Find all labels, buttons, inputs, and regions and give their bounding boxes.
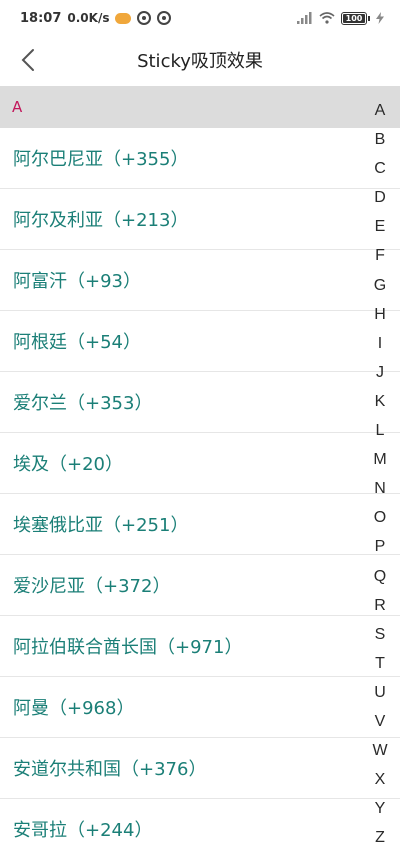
wifi-icon (319, 12, 335, 24)
index-letter-a[interactable]: A (375, 96, 386, 125)
alphabet-index-bar[interactable]: A B C D E F G H I J K L M N O P Q R S T … (360, 96, 400, 850)
status-right: 100 (297, 11, 384, 25)
index-letter-x[interactable]: X (375, 765, 386, 794)
status-left: 18:07 0.0K/s (20, 10, 172, 26)
section-letter: A (12, 98, 23, 116)
index-letter-r[interactable]: R (374, 591, 386, 620)
index-letter-s[interactable]: S (375, 620, 386, 649)
list-item[interactable]: 阿尔及利亚（+213） (0, 189, 400, 250)
country-label: 爱沙尼亚（+372） (13, 576, 171, 597)
index-letter-u[interactable]: U (374, 678, 386, 707)
country-list[interactable]: 阿尔巴尼亚（+355） 阿尔及利亚（+213） 阿富汗（+93） 阿根廷（+54… (0, 128, 400, 850)
index-letter-g[interactable]: G (374, 271, 386, 300)
list-item[interactable]: 阿拉伯联合酋长国（+971） (0, 616, 400, 677)
country-label: 阿根廷（+54） (13, 332, 141, 353)
list-item[interactable]: 爱沙尼亚（+372） (0, 555, 400, 616)
country-label: 阿尔及利亚（+213） (13, 210, 189, 231)
status-bar: 18:07 0.0K/s 100 (0, 0, 400, 36)
index-letter-m[interactable]: M (373, 445, 386, 474)
country-label: 安哥拉（+244） (13, 820, 153, 841)
index-letter-w[interactable]: W (372, 736, 387, 765)
signal-icon (297, 12, 312, 24)
country-label: 阿曼（+968） (13, 698, 135, 719)
list-item[interactable]: 埃及（+20） (0, 433, 400, 494)
country-label: 爱尔兰（+353） (13, 393, 153, 414)
index-letter-i[interactable]: I (378, 329, 382, 358)
network-speed: 0.0K/s (67, 11, 110, 25)
index-letter-d[interactable]: D (374, 183, 386, 212)
index-letter-v[interactable]: V (375, 707, 386, 736)
index-letter-z[interactable]: Z (375, 823, 385, 850)
country-label: 埃塞俄比亚（+251） (13, 515, 189, 536)
chevron-left-icon (21, 49, 34, 71)
cloud-icon (115, 12, 132, 24)
list-item[interactable]: 埃塞俄比亚（+251） (0, 494, 400, 555)
status-time: 18:07 (20, 10, 62, 26)
index-letter-c[interactable]: C (374, 154, 386, 183)
list-item[interactable]: 阿曼（+968） (0, 677, 400, 738)
index-letter-y[interactable]: Y (375, 794, 386, 823)
sync-icon (157, 11, 172, 25)
back-button[interactable] (14, 46, 42, 74)
index-letter-p[interactable]: P (375, 532, 386, 561)
country-label: 阿拉伯联合酋长国（+971） (13, 637, 243, 658)
country-label: 埃及（+20） (13, 454, 123, 475)
battery-level: 100 (343, 13, 365, 23)
index-letter-q[interactable]: Q (374, 562, 386, 591)
page-title: Sticky吸顶效果 (137, 51, 263, 72)
country-label: 阿富汗（+93） (13, 271, 141, 292)
sync-icon (137, 11, 152, 25)
index-letter-h[interactable]: H (374, 300, 386, 329)
index-letter-n[interactable]: N (374, 474, 386, 503)
index-letter-b[interactable]: B (375, 125, 386, 154)
index-letter-j[interactable]: J (376, 358, 384, 387)
country-label: 阿尔巴尼亚（+355） (13, 149, 189, 170)
index-letter-o[interactable]: O (374, 503, 386, 532)
index-letter-e[interactable]: E (375, 212, 386, 241)
index-letter-t[interactable]: T (375, 649, 385, 678)
index-letter-k[interactable]: K (375, 387, 386, 416)
charging-icon (376, 12, 384, 24)
list-item[interactable]: 爱尔兰（+353） (0, 372, 400, 433)
list-item[interactable]: 阿尔巴尼亚（+355） (0, 128, 400, 189)
list-item[interactable]: 安道尔共和国（+376） (0, 738, 400, 799)
list-item[interactable]: 安哥拉（+244） (0, 799, 400, 850)
country-label: 安道尔共和国（+376） (13, 759, 207, 780)
list-item[interactable]: 阿富汗（+93） (0, 250, 400, 311)
sticky-section-header: A (0, 86, 400, 128)
battery-icon: 100 (341, 11, 370, 25)
index-letter-l[interactable]: L (376, 416, 385, 445)
list-item[interactable]: 阿根廷（+54） (0, 311, 400, 372)
index-letter-f[interactable]: F (375, 241, 385, 270)
toolbar: Sticky吸顶效果 (0, 36, 400, 84)
